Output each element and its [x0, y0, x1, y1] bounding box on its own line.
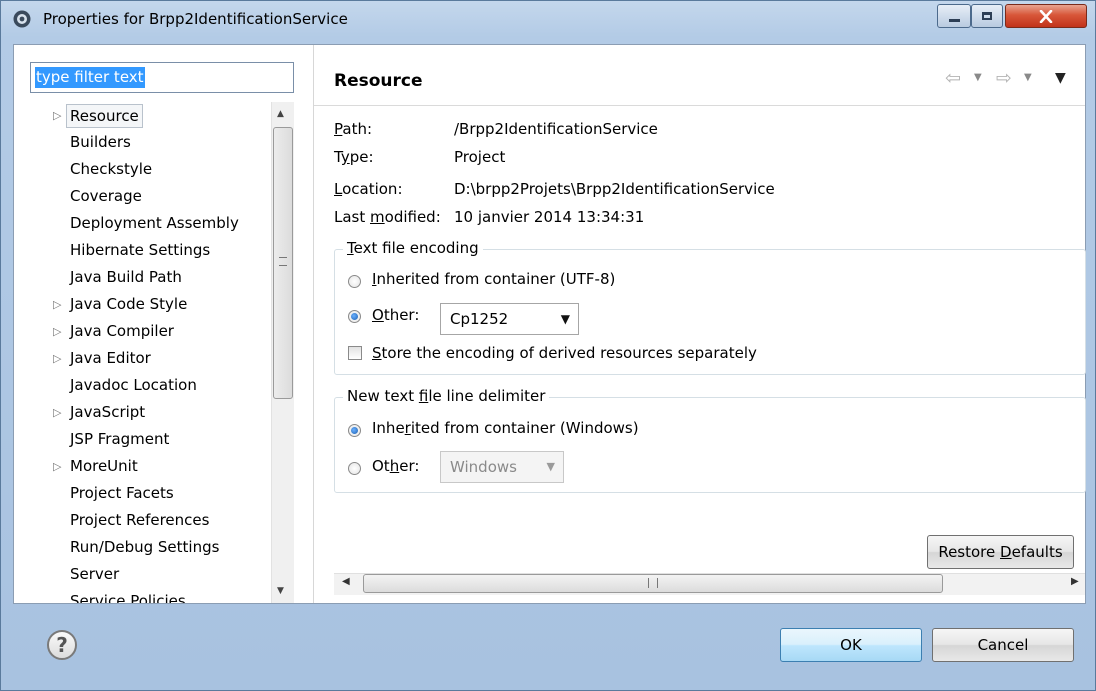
delimiter-other-label[interactable]: Other: [372, 457, 419, 475]
scroll-right-arrow-icon[interactable]: ▶ [1071, 576, 1079, 587]
expand-arrow-icon[interactable]: ▷ [53, 298, 61, 311]
type-value: Project [454, 148, 506, 166]
dialog-footer [13, 604, 1086, 681]
scroll-up-arrow-icon[interactable]: ▲ [277, 109, 284, 119]
tree-item[interactable]: JSP Fragment [70, 426, 169, 452]
tree-item[interactable]: Service Policies [70, 588, 186, 603]
tree-item[interactable]: Java Compiler [70, 318, 174, 344]
last-modified-label: Last modified: [334, 208, 441, 226]
panel-divider [313, 45, 314, 603]
type-label: Type: [334, 148, 374, 166]
maximize-button[interactable] [971, 4, 1003, 28]
encoding-inherited-radio[interactable] [348, 275, 361, 288]
location-value: D:\brpp2Projets\Brpp2IdentificationServi… [454, 180, 775, 198]
expand-arrow-icon[interactable]: ▷ [53, 406, 61, 419]
scroll-grip-icon [648, 578, 658, 588]
delimiter-inherited-label[interactable]: Inherited from container (Windows) [372, 419, 639, 437]
last-modified-value: 10 janvier 2014 13:34:31 [454, 208, 645, 226]
scroll-down-arrow-icon[interactable]: ▼ [277, 586, 284, 596]
encoding-combo[interactable]: Cp1252 ▼ [440, 303, 579, 335]
ok-button[interactable]: OK [780, 628, 922, 662]
scroll-grip-icon [279, 257, 287, 266]
encoding-other-radio[interactable] [348, 310, 361, 323]
store-encoding-label[interactable]: Store the encoding of derived resources … [372, 344, 757, 362]
forward-dropdown-icon[interactable]: ▼ [1024, 72, 1032, 83]
text-encoding-group-title: Text file encoding [343, 239, 483, 257]
view-menu-icon[interactable]: ▼ [1055, 70, 1066, 86]
minimize-button[interactable] [937, 4, 971, 28]
panel-header [314, 59, 1085, 106]
window-title: Properties for Brpp2IdentificationServic… [43, 10, 348, 28]
forward-arrow-icon[interactable]: ⇨ [996, 67, 1012, 89]
expand-arrow-icon[interactable]: ▷ [53, 109, 61, 122]
preference-tree: ▷ Resource Builders Checkstyle Coverage Deplo… [30, 102, 272, 603]
tree-item[interactable]: JavaScript [70, 399, 145, 425]
tree-item[interactable]: Java Editor [70, 345, 151, 371]
tree-item[interactable]: Java Build Path [70, 264, 182, 290]
expand-arrow-icon[interactable]: ▷ [53, 460, 61, 473]
encoding-combo-value: Cp1252 [450, 310, 509, 328]
close-button[interactable] [1005, 4, 1087, 28]
encoding-other-label[interactable]: Other: [372, 306, 419, 324]
tree-item[interactable]: Deployment Assembly [70, 210, 239, 236]
store-encoding-checkbox[interactable] [348, 346, 362, 360]
back-arrow-icon[interactable]: ⇦ [945, 67, 961, 89]
tree-item[interactable]: Server [70, 561, 119, 587]
tree-item[interactable]: Project Facets [70, 480, 174, 506]
tree-item[interactable]: Javadoc Location [70, 372, 197, 398]
tree-item[interactable]: Checkstyle [70, 156, 152, 182]
help-icon[interactable]: ? [47, 630, 77, 660]
tree-item[interactable]: Coverage [70, 183, 142, 209]
back-dropdown-icon[interactable]: ▼ [974, 72, 982, 83]
close-icon [1039, 9, 1053, 23]
path-label: Path: [334, 120, 373, 138]
expand-arrow-icon[interactable]: ▷ [53, 352, 61, 365]
properties-dialog: Properties for Brpp2IdentificationServic… [0, 0, 1096, 691]
tree-item[interactable]: Builders [70, 129, 131, 155]
tree-item[interactable]: Project References [70, 507, 209, 533]
chevron-down-icon: ▼ [546, 460, 555, 473]
minimize-icon [948, 18, 960, 22]
cancel-button[interactable]: Cancel [932, 628, 1074, 662]
path-value: /Brpp2IdentificationService [454, 120, 658, 138]
restore-defaults-button[interactable]: Restore Defaults [927, 535, 1074, 569]
tree-item[interactable]: MoreUnit [70, 453, 138, 479]
chevron-down-icon: ▼ [560, 312, 570, 326]
filter-input-box[interactable]: type filter text [30, 62, 294, 93]
tree-item[interactable]: Hibernate Settings [70, 237, 210, 263]
expand-arrow-icon[interactable]: ▷ [53, 325, 61, 338]
tree-item[interactable]: Resource [66, 104, 143, 128]
maximize-icon [982, 12, 992, 20]
page-title: Resource [334, 71, 423, 91]
eclipse-properties-icon [13, 10, 31, 28]
delimiter-inherited-radio[interactable] [348, 424, 361, 437]
tree-item[interactable]: Java Code Style [70, 291, 187, 317]
tree-item[interactable]: Run/Debug Settings [70, 534, 219, 560]
line-delimiter-group-title: New text file line delimiter [343, 387, 550, 405]
delimiter-combo[interactable]: Windows ▼ [440, 451, 564, 483]
filter-selected-text: type filter text [35, 67, 145, 88]
encoding-inherited-label[interactable]: Inherited from container (UTF-8) [372, 270, 615, 288]
delimiter-combo-value: Windows [450, 458, 517, 476]
scroll-left-arrow-icon[interactable]: ◀ [342, 576, 350, 587]
location-label: Location: [334, 180, 403, 198]
delimiter-other-radio[interactable] [348, 462, 361, 475]
